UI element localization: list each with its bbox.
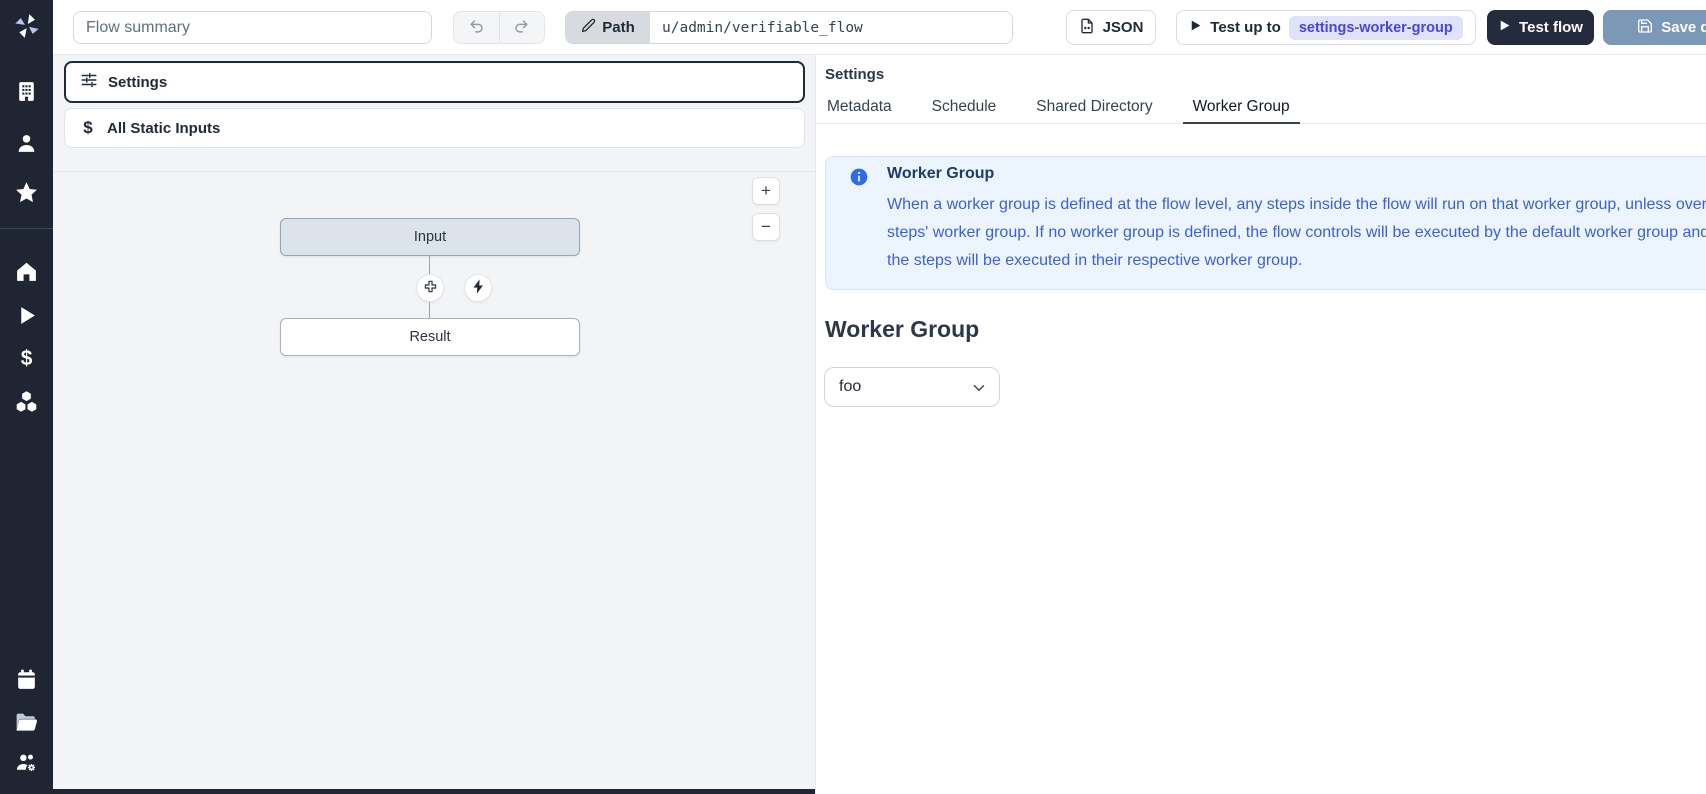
sidebar-divider xyxy=(0,228,53,229)
users-cog-icon xyxy=(14,750,39,775)
calendar-icon xyxy=(14,667,39,692)
tab-worker-group[interactable]: Worker Group xyxy=(1191,91,1292,123)
star-icon xyxy=(14,180,39,205)
zap-icon xyxy=(470,278,487,298)
windmill-logo-icon[interactable] xyxy=(10,9,44,43)
sidebar-item-resources[interactable] xyxy=(14,389,39,414)
worker-group-section-title: Worker Group xyxy=(825,316,979,343)
all-static-inputs-label: All Static Inputs xyxy=(107,120,220,137)
pencil-icon xyxy=(581,18,596,37)
sidebar: $ xyxy=(0,0,53,794)
edit-path-button[interactable]: Path xyxy=(566,12,650,43)
settings-panel-title: Settings xyxy=(825,66,884,83)
folder-open-icon xyxy=(14,709,39,734)
all-static-inputs-item[interactable]: $ All Static Inputs xyxy=(64,108,805,148)
undo-icon xyxy=(468,18,485,38)
worker-group-info-box: Worker Group When a worker group is defi… xyxy=(825,156,1706,290)
info-icon xyxy=(849,167,869,187)
flow-settings-item[interactable]: Settings xyxy=(64,61,805,103)
sidebar-item-variables[interactable]: $ xyxy=(14,345,39,370)
flow-settings-label: Settings xyxy=(108,74,167,91)
info-box-title: Worker Group xyxy=(887,165,994,183)
user-icon xyxy=(14,131,39,156)
sidebar-item-workspace[interactable] xyxy=(14,79,39,104)
dollar-icon: $ xyxy=(14,345,39,370)
test-up-to-label: Test up to xyxy=(1210,19,1281,36)
redo-button[interactable] xyxy=(499,12,545,43)
tab-shared-directory[interactable]: Shared Directory xyxy=(1034,91,1154,123)
info-box-text: When a worker group is defined at the fl… xyxy=(887,196,1706,214)
sidebar-item-favorites[interactable] xyxy=(14,180,39,205)
test-up-to-step-badge[interactable]: settings-worker-group xyxy=(1289,16,1463,40)
play-filled-icon xyxy=(1498,19,1511,36)
play-outline-icon xyxy=(1189,19,1202,36)
topbar: Path JSON Test up to settings-worker-gro… xyxy=(53,0,1706,55)
windmill-flow-editor: $ xyxy=(0,0,1706,794)
info-box-text: the steps will be executed in their resp… xyxy=(887,252,1302,270)
zoom-in-button[interactable]: + xyxy=(752,177,780,205)
add-step-button[interactable] xyxy=(416,274,444,302)
test-up-to-button[interactable]: Test up to settings-worker-group xyxy=(1176,10,1476,45)
path-input[interactable] xyxy=(650,12,1012,43)
path-group: Path xyxy=(565,11,1013,44)
redo-icon xyxy=(513,18,530,38)
graph-edge xyxy=(429,302,430,318)
undo-redo-group xyxy=(453,11,545,44)
sidebar-item-user[interactable] xyxy=(14,131,39,156)
undo-button[interactable] xyxy=(454,12,499,43)
flow-editor-panel: Settings $ All Static Inputs + − Input R… xyxy=(53,55,815,794)
sidebar-item-runs[interactable] xyxy=(14,303,39,328)
save-icon xyxy=(1637,18,1653,38)
test-flow-button[interactable]: Test flow xyxy=(1487,10,1594,45)
result-node[interactable]: Result xyxy=(280,318,580,356)
graph-edge xyxy=(429,256,430,274)
sidebar-item-workers[interactable] xyxy=(14,750,39,775)
path-label: Path xyxy=(602,19,635,36)
home-icon xyxy=(14,259,39,284)
worker-group-selected-value: foo xyxy=(839,378,861,396)
boxes-icon xyxy=(14,389,39,414)
save-draft-label: Save draft xyxy=(1661,19,1706,36)
settings-panel: Settings Metadata Schedule Shared Direct… xyxy=(815,55,1706,794)
json-label: JSON xyxy=(1103,19,1144,36)
chevron-down-icon xyxy=(970,379,988,397)
save-draft-button[interactable]: Save draft xyxy=(1603,10,1706,45)
flow-summary-input[interactable] xyxy=(73,11,432,44)
building-icon xyxy=(14,79,39,104)
sliders-icon xyxy=(80,71,98,93)
info-box-text: steps' worker group. If no worker group … xyxy=(887,224,1706,242)
sidebar-item-home[interactable] xyxy=(14,259,39,284)
trigger-zap-button[interactable] xyxy=(464,274,492,302)
dollar-icon: $ xyxy=(79,118,97,138)
json-button[interactable]: JSON xyxy=(1066,10,1156,45)
sidebar-item-folders[interactable] xyxy=(14,709,39,734)
flow-bottom-bar[interactable] xyxy=(53,789,815,794)
sidebar-item-schedules[interactable] xyxy=(14,667,39,692)
file-json-icon xyxy=(1079,18,1095,38)
input-node[interactable]: Input xyxy=(280,218,580,256)
flow-graph-canvas[interactable] xyxy=(53,171,815,789)
test-flow-label: Test flow xyxy=(1519,19,1583,36)
tab-metadata[interactable]: Metadata xyxy=(825,91,894,123)
worker-group-select[interactable]: foo xyxy=(824,367,1000,407)
svg-text:$: $ xyxy=(21,347,33,370)
zoom-out-button[interactable]: − xyxy=(752,213,780,241)
settings-tabs: Metadata Schedule Shared Directory Worke… xyxy=(816,91,1706,124)
plus-cross-icon xyxy=(422,278,439,298)
tab-schedule[interactable]: Schedule xyxy=(930,91,999,123)
play-icon xyxy=(14,303,39,328)
